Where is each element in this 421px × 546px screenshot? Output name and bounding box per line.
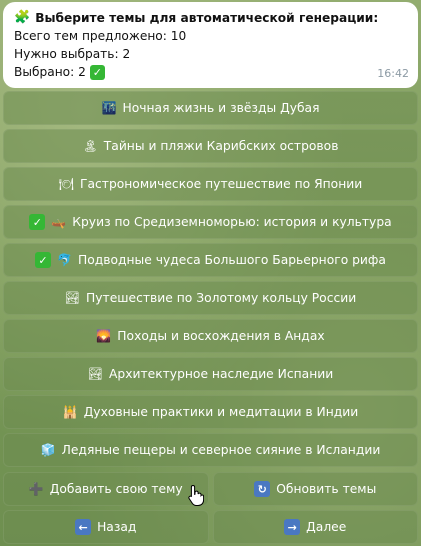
required-topics-text: Нужно выбрать: 2 bbox=[14, 47, 131, 61]
mountain-landscape-icon: 🏞 bbox=[87, 367, 103, 381]
check-mark-icon: ✓ bbox=[29, 214, 46, 230]
plate-icon: 🍽 bbox=[58, 177, 74, 191]
topic-label: Походы и восхождения в Андах bbox=[117, 329, 325, 343]
total-topics-text: Всего тем предложено: 10 bbox=[14, 29, 187, 43]
puzzle-icon: 🧩 bbox=[14, 10, 31, 25]
topic-button[interactable]: 🧊 Ледяные пещеры и северное сияние в Исла… bbox=[3, 433, 418, 467]
keyboard-row-topic: ✓ 🐬 Подводные чудеса Большого Барьерного р… bbox=[3, 243, 418, 277]
keyboard-row-topic: 🏝 Тайны и пляжи Карибских островов bbox=[3, 129, 418, 163]
topic-label: Путешествие по Золотому кольцу России bbox=[86, 291, 357, 305]
hand-cursor-icon bbox=[188, 484, 204, 506]
topic-button[interactable]: 🕌 Духовные практики и медитации в Индии bbox=[3, 395, 418, 429]
keyboard-row-topic: 🕌 Духовные практики и медитации в Индии bbox=[3, 395, 418, 429]
message-line-total: Всего тем предложено: 10 bbox=[14, 27, 408, 45]
ice-icon: 🧊 bbox=[40, 443, 56, 457]
canoe-icon: 🛶 bbox=[51, 215, 67, 229]
topic-button[interactable]: 🏞 Путешествие по Золотому кольцу России bbox=[3, 281, 418, 315]
topic-label: Круиз по Средиземноморью: история и куль… bbox=[72, 215, 392, 229]
bot-message-bubble: 🧩 Выберите темы для автоматической генер… bbox=[3, 2, 418, 88]
temple-icon: 🕌 bbox=[62, 405, 78, 419]
message-line-selected: Выбрано: 2 ✓ bbox=[14, 63, 408, 81]
topic-label: Духовные практики и медитации в Индии bbox=[83, 405, 359, 419]
keyboard-row-topic: 🍽 Гастрономическое путешествие по Японии bbox=[3, 167, 418, 201]
keyboard-row-topic: ✓ 🛶 Круиз по Средиземноморью: история и ку… bbox=[3, 205, 418, 239]
check-mark-icon: ✓ bbox=[89, 64, 105, 80]
message-title-text: Выберите темы для автоматической генерац… bbox=[35, 11, 379, 25]
night-city-icon: 🌃 bbox=[101, 101, 117, 115]
topic-label: Архитектурное наследие Испании bbox=[109, 367, 334, 381]
topic-button[interactable]: 🏞 Архитектурное наследие Испании bbox=[3, 357, 418, 391]
message-title: 🧩 Выберите темы для автоматической генер… bbox=[14, 9, 408, 27]
message-line-required: Нужно выбрать: 2 bbox=[14, 45, 408, 63]
topic-label: Ночная жизнь и звёзды Дубая bbox=[122, 101, 320, 115]
topic-label: Тайны и пляжи Карибских островов bbox=[103, 139, 339, 153]
back-label: Назад bbox=[97, 520, 137, 534]
keyboard-row-topic: 🌃 Ночная жизнь и звёзды Дубая bbox=[3, 91, 418, 125]
arrow-right-icon: → bbox=[284, 519, 301, 535]
arrow-left-icon: ← bbox=[75, 519, 92, 535]
sunset-mountain-icon: 🌄 bbox=[96, 329, 112, 343]
refresh-icon: ↻ bbox=[254, 481, 271, 497]
add-topic-button[interactable]: ➕ Добавить свою тему bbox=[3, 472, 209, 506]
keyboard-row-topic: 🌄 Походы и восхождения в Андах bbox=[3, 319, 418, 353]
keyboard-row-topic: 🧊 Ледяные пещеры и северное сияние в Исла… bbox=[3, 433, 418, 467]
add-topic-label: Добавить свою тему bbox=[49, 482, 183, 496]
topic-button[interactable]: 🌃 Ночная жизнь и звёзды Дубая bbox=[3, 91, 418, 125]
next-button[interactable]: → Далее bbox=[212, 510, 418, 544]
plus-icon: ➕ bbox=[28, 482, 44, 496]
topic-button[interactable]: 🍽 Гастрономическое путешествие по Японии bbox=[3, 167, 418, 201]
keyboard-row-topic: 🏞 Архитектурное наследие Испании bbox=[3, 357, 418, 391]
selected-topics-text: Выбрано: 2 bbox=[14, 65, 86, 79]
keyboard-row-navigation: ← Назад → Далее bbox=[3, 510, 418, 544]
back-button[interactable]: ← Назад bbox=[3, 510, 209, 544]
refresh-topics-button[interactable]: ↻ Обновить темы bbox=[212, 472, 418, 506]
message-time: 16:42 bbox=[377, 67, 409, 80]
topic-button[interactable]: 🏝 Тайны и пляжи Карибских островов bbox=[3, 129, 418, 163]
island-icon: 🏝 bbox=[82, 139, 98, 153]
topic-label: Ледяные пещеры и северное сияние в Ислан… bbox=[61, 443, 381, 457]
topic-button[interactable]: ✓ 🛶 Круиз по Средиземноморью: история и ку… bbox=[3, 205, 418, 239]
refresh-topics-label: Обновить темы bbox=[276, 482, 377, 496]
topic-button[interactable]: ✓ 🐬 Подводные чудеса Большого Барьерного р… bbox=[3, 243, 418, 277]
dolphin-icon: 🐬 bbox=[57, 253, 72, 267]
topic-label: Гастрономическое путешествие по Японии bbox=[79, 177, 363, 191]
keyboard-row-actions: ➕ Добавить свою тему ↻ Обновить темы bbox=[3, 472, 418, 506]
next-label: Далее bbox=[306, 520, 347, 534]
check-mark-icon: ✓ bbox=[35, 252, 51, 268]
landscape-icon: 🏞 bbox=[64, 291, 81, 305]
topic-button[interactable]: 🌄 Походы и восхождения в Андах bbox=[3, 319, 418, 353]
keyboard-row-topic: 🏞 Путешествие по Золотому кольцу России bbox=[3, 281, 418, 315]
topic-label: Подводные чудеса Большого Барьерного риф… bbox=[77, 253, 386, 267]
